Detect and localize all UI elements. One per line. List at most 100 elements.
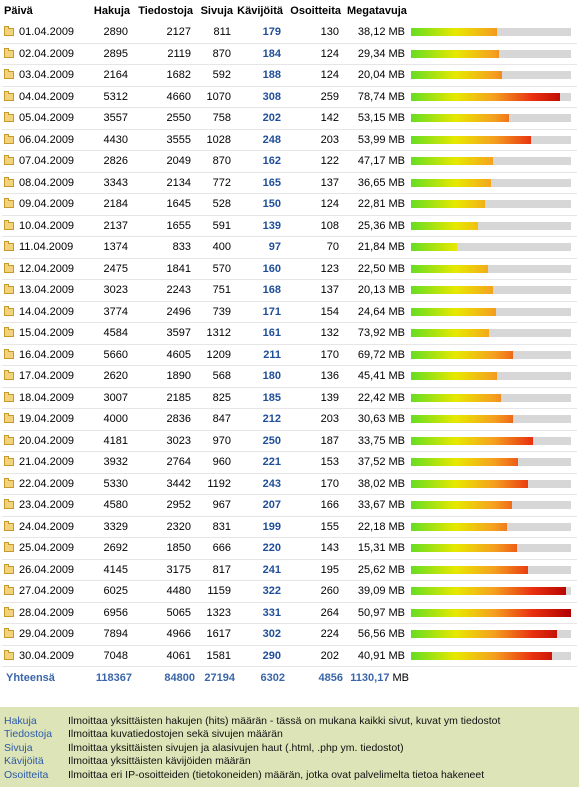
traffic-bar-fill [411, 135, 531, 144]
date-label[interactable]: 12.04.2009 [19, 263, 74, 275]
bandwidth-cell: 21,84 MB [357, 241, 405, 254]
date-cell[interactable]: 10.04.2009 [2, 219, 84, 232]
bandwidth-cell: 29,34 MB [357, 47, 405, 60]
traffic-bar [411, 651, 571, 660]
date-label[interactable]: 15.04.2009 [19, 327, 74, 339]
date-cell[interactable]: 01.04.2009 [2, 26, 84, 38]
files-cell: 4061 [166, 649, 191, 662]
date-cell[interactable]: 21.04.2009 [2, 456, 84, 468]
date-label[interactable]: 30.04.2009 [19, 650, 74, 662]
date-cell[interactable]: 14.04.2009 [2, 305, 84, 318]
table-row: 13.04.2009 3023 2243 751 168 137 20,13 MB [2, 280, 577, 302]
date-label[interactable]: 03.04.2009 [19, 69, 74, 81]
hits-cell: 4145 [103, 563, 128, 576]
date-label[interactable]: 08.04.2009 [19, 177, 74, 189]
date-label[interactable]: 26.04.2009 [19, 564, 74, 576]
totals-row: Yhteensä 118367 84800 27194 6302 4856 11… [2, 667, 577, 689]
legend-item: Osoitteita Ilmoittaa eri IP-osoitteiden (… [4, 768, 575, 782]
date-label[interactable]: 19.04.2009 [19, 413, 74, 425]
date-label[interactable]: 28.04.2009 [19, 607, 74, 619]
pages-cell: 570 [212, 262, 231, 275]
date-label[interactable]: 07.04.2009 [19, 155, 74, 167]
date-label[interactable]: 13.04.2009 [19, 284, 74, 296]
date-cell[interactable]: 03.04.2009 [2, 69, 84, 81]
hits-cell: 5330 [103, 477, 128, 490]
date-label[interactable]: 11.04.2009 [19, 241, 73, 253]
date-label[interactable]: 21.04.2009 [19, 456, 74, 468]
date-label[interactable]: 20.04.2009 [19, 435, 74, 447]
date-cell[interactable]: 24.04.2009 [2, 520, 84, 533]
date-cell[interactable]: 06.04.2009 [2, 133, 84, 146]
date-cell[interactable]: 26.04.2009 [2, 563, 84, 576]
bandwidth-cell: 40,91 MB [357, 649, 405, 662]
date-cell[interactable]: 30.04.2009 [2, 649, 84, 662]
traffic-bar [411, 587, 571, 596]
bandwidth-cell: 22,42 MB [357, 391, 405, 404]
traffic-bar [411, 608, 571, 617]
date-label[interactable]: 22.04.2009 [19, 478, 74, 490]
date-cell[interactable]: 09.04.2009 [2, 198, 84, 210]
traffic-bar [411, 49, 571, 58]
date-cell[interactable]: 28.04.2009 [2, 606, 84, 619]
folder-icon [4, 176, 14, 187]
visits-cell: 241 [262, 563, 281, 576]
visits-cell: 322 [262, 585, 281, 598]
date-label[interactable]: 09.04.2009 [19, 198, 74, 210]
files-cell: 3175 [166, 563, 191, 576]
table-row: 06.04.2009 4430 3555 1028 248 203 53,99 MB [2, 130, 577, 151]
date-cell[interactable]: 02.04.2009 [2, 47, 84, 60]
pages-cell: 1159 [207, 585, 231, 598]
date-cell[interactable]: 17.04.2009 [2, 370, 84, 382]
folder-icon [4, 155, 14, 166]
table-row: 28.04.2009 6956 5065 1323 331 264 50,97 MB [2, 603, 577, 624]
date-label[interactable]: 23.04.2009 [19, 499, 74, 511]
date-cell[interactable]: 27.04.2009 [2, 585, 84, 597]
table-row: 07.04.2009 2826 2049 870 162 122 47,17 MB [2, 151, 577, 173]
date-label[interactable]: 10.04.2009 [19, 220, 74, 232]
files-cell: 2836 [166, 413, 191, 426]
date-cell[interactable]: 16.04.2009 [2, 348, 84, 361]
date-cell[interactable]: 23.04.2009 [2, 499, 84, 511]
date-cell[interactable]: 19.04.2009 [2, 413, 84, 425]
date-label[interactable]: 06.04.2009 [19, 134, 74, 146]
date-cell[interactable]: 13.04.2009 [2, 284, 84, 296]
table-row: 27.04.2009 6025 4480 1159 322 260 39,09 MB [2, 581, 577, 603]
traffic-bar-fill [411, 28, 498, 37]
date-label[interactable]: 17.04.2009 [19, 370, 74, 382]
hosts-cell: 130 [320, 26, 339, 39]
date-label[interactable]: 14.04.2009 [19, 306, 74, 318]
pages-cell: 1323 [206, 606, 231, 619]
date-cell[interactable]: 20.04.2009 [2, 434, 84, 447]
date-cell[interactable]: 11.04.2009 [2, 241, 84, 253]
date-label[interactable]: 02.04.2009 [19, 48, 74, 60]
date-cell[interactable]: 04.04.2009 [2, 90, 84, 103]
date-cell[interactable]: 25.04.2009 [2, 542, 84, 554]
date-cell[interactable]: 05.04.2009 [2, 112, 84, 124]
date-cell[interactable]: 29.04.2009 [2, 628, 84, 640]
date-label[interactable]: 18.04.2009 [19, 392, 74, 404]
date-label[interactable]: 04.04.2009 [19, 91, 74, 103]
bandwidth-cell: 56,56 MB [357, 628, 405, 641]
date-cell[interactable]: 12.04.2009 [2, 262, 84, 275]
date-label[interactable]: 29.04.2009 [19, 628, 74, 640]
date-cell[interactable]: 15.04.2009 [2, 327, 84, 339]
traffic-bar-fill [411, 178, 491, 187]
date-label[interactable]: 25.04.2009 [19, 542, 74, 554]
date-label[interactable]: 16.04.2009 [19, 349, 74, 361]
table-row: 29.04.2009 7894 4966 1617 302 224 56,56 MB [2, 624, 577, 646]
pages-cell: 960 [212, 456, 231, 469]
header-hosts: Osoitteita [290, 5, 341, 17]
visits-cell: 308 [262, 90, 281, 103]
date-label[interactable]: 01.04.2009 [19, 26, 74, 38]
date-cell[interactable]: 08.04.2009 [2, 176, 84, 189]
folder-icon [4, 241, 14, 252]
date-label[interactable]: 05.04.2009 [19, 112, 74, 124]
hits-cell: 2164 [103, 69, 128, 82]
folder-icon [4, 520, 14, 531]
date-cell[interactable]: 22.04.2009 [2, 477, 84, 490]
date-label[interactable]: 27.04.2009 [19, 585, 74, 597]
date-label[interactable]: 24.04.2009 [19, 521, 74, 533]
date-cell[interactable]: 18.04.2009 [2, 391, 84, 404]
header-visits: Kävijöitä [237, 5, 283, 17]
date-cell[interactable]: 07.04.2009 [2, 155, 84, 167]
